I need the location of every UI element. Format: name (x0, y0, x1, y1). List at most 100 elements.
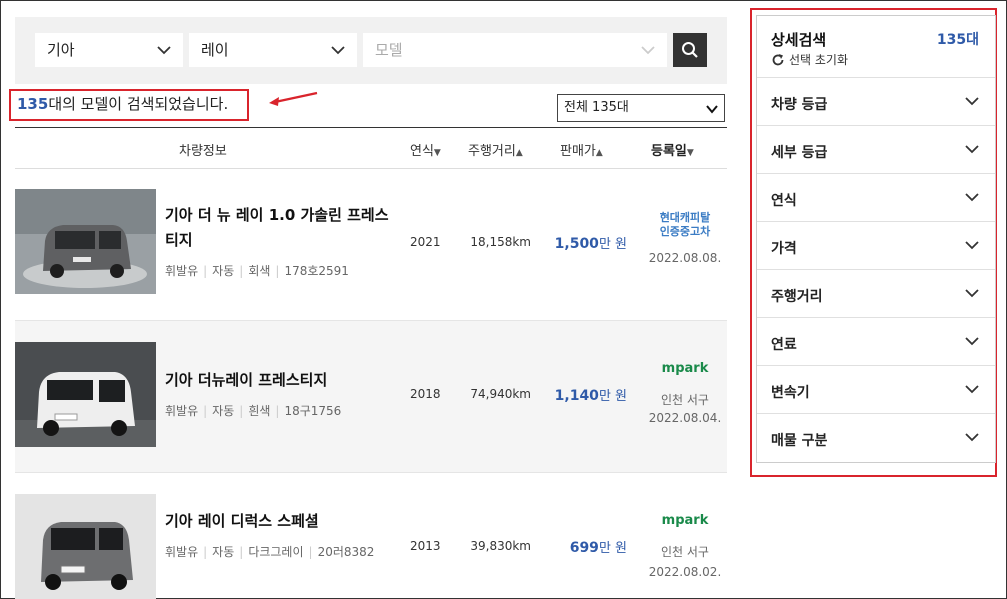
car-price-unit: 만 원 (598, 237, 627, 252)
table-header: 차량정보 연식▼ 주행거리▲ 판매가▲ 등록일▼ (15, 127, 727, 169)
detail-search-count: 135대 (936, 32, 979, 48)
chevron-down-icon (965, 97, 979, 106)
result-count: 135 (17, 95, 49, 113)
car-meta: 휘발유 | 자동 | 회색 | 178호2591 (165, 261, 395, 281)
filter-year[interactable]: 연식 (757, 174, 995, 222)
car-price: 1,140만 원 (545, 385, 627, 404)
reset-selection-label: 선택 초기화 (789, 53, 849, 67)
header-price: 판매가 (560, 144, 596, 159)
filter-fuel[interactable]: 연료 (757, 318, 995, 366)
car-mileage: 18,158km (470, 235, 531, 249)
model-select-placeholder: 모델 (375, 41, 403, 59)
car-price: 1,500만 원 (545, 233, 627, 252)
chevron-down-icon (157, 46, 171, 55)
search-icon (682, 42, 698, 58)
car-title[interactable]: 기아 더뉴레이 프레스티지 (165, 368, 395, 393)
sort-down-icon: ▼ (686, 148, 694, 158)
total-filter-value: 전체 135대 (564, 100, 629, 115)
sort-mileage[interactable]: 주행거리▲ (468, 140, 523, 159)
detail-search-panel: 상세검색 135대 선택 초기화 차량 등급 세부 등급 연식 가격 주행거리 … (756, 15, 996, 463)
table-row[interactable]: 기아 더 뉴 레이 1.0 가솔린 프레스티지 휘발유 | 자동 | 회색 | 178호25… (15, 169, 727, 321)
car-photo[interactable] (15, 342, 156, 447)
car-mileage: 74,940km (470, 387, 531, 401)
filter-transmission[interactable]: 변속기 (757, 366, 995, 414)
filter-label: 연식 (771, 193, 797, 209)
sort-price[interactable]: 판매가▲ (560, 140, 603, 159)
maker-select[interactable]: 기아 (35, 33, 183, 67)
model-group-select[interactable]: 레이 (189, 33, 357, 67)
filter-label: 가격 (771, 241, 797, 257)
car-price: 699만 원 (545, 537, 627, 556)
divider: | (239, 404, 244, 418)
car-fuel: 휘발유 (165, 545, 199, 559)
chevron-down-icon (965, 337, 979, 346)
divider: | (203, 404, 208, 418)
divider: | (239, 264, 244, 278)
filter-label: 주행거리 (771, 289, 823, 305)
mpark-logo: mpark (661, 361, 709, 376)
filter-label: 세부 등급 (771, 145, 828, 161)
model-select[interactable]: 모델 (363, 33, 667, 67)
car-meta: 휘발유 | 자동 | 다크그레이 | 20러8382 (165, 542, 395, 562)
filter-label: 변속기 (771, 385, 810, 401)
car-plate: 20러8382 (317, 545, 375, 559)
chevron-down-icon (331, 46, 345, 55)
car-year: 2021 (410, 235, 441, 249)
sort-registered[interactable]: 등록일▼ (651, 140, 694, 159)
mpark-logo: mpark (661, 513, 709, 528)
filter-detail-class[interactable]: 세부 등급 (757, 126, 995, 174)
car-fuel: 휘발유 (165, 264, 199, 278)
maker-select-value: 기아 (47, 41, 75, 59)
car-title[interactable]: 기아 더 뉴 레이 1.0 가솔린 프레스티지 (165, 203, 395, 253)
chevron-down-icon (965, 193, 979, 202)
sort-down-icon: ▼ (433, 148, 441, 158)
car-transmission: 자동 (212, 404, 235, 418)
filter-mileage[interactable]: 주행거리 (757, 270, 995, 318)
car-transmission: 자동 (212, 545, 235, 559)
chevron-down-icon (641, 46, 655, 55)
dealer-logo: 현대캐피탈 인증중고차 (643, 211, 727, 239)
chevron-down-icon (965, 289, 979, 298)
car-photo[interactable] (15, 189, 156, 294)
car-year: 2018 (410, 387, 441, 401)
car-price-value: 1,500 (554, 236, 599, 252)
sort-year[interactable]: 연식▼ (410, 140, 441, 159)
filter-vehicle-class[interactable]: 차량 등급 (757, 78, 995, 126)
car-price-unit: 만 원 (598, 389, 627, 404)
dealer-line1: 현대캐피탈 (659, 211, 711, 224)
model-group-select-value: 레이 (201, 41, 229, 59)
car-photo-image (15, 342, 156, 447)
table-row[interactable]: 기아 더뉴레이 프레스티지 휘발유 | 자동 | 흰색 | 18구1756 2018 74,… (15, 321, 727, 473)
divider: | (308, 545, 313, 559)
divider: | (203, 545, 208, 559)
car-meta: 휘발유 | 자동 | 흰색 | 18구1756 (165, 401, 395, 421)
header-year: 연식 (410, 144, 434, 159)
search-bar: 기아 레이 모델 (15, 17, 727, 84)
filter-listing-type[interactable]: 매물 구분 (757, 414, 995, 462)
car-photo[interactable] (15, 494, 156, 599)
result-count-text: 135대의 모델이 검색되었습니다. (9, 89, 249, 121)
dealer-line2: 인증중고차 (659, 225, 711, 238)
car-color: 흰색 (248, 404, 271, 418)
header-info: 차량정보 (179, 144, 227, 159)
divider: | (275, 404, 280, 418)
car-title[interactable]: 기아 레이 디럭스 스페셜 (165, 509, 395, 534)
search-button[interactable] (673, 33, 707, 67)
car-mileage: 39,830km (470, 539, 531, 553)
car-price-value: 699 (569, 540, 599, 556)
total-filter-select[interactable]: 전체 135대 (557, 94, 725, 122)
header-registered: 등록일 (651, 144, 687, 159)
car-date: 2022.08.02. (648, 565, 722, 579)
result-suffix: 대의 모델이 검색되었습니다. (48, 95, 229, 113)
reset-selection-button[interactable]: 선택 초기화 (771, 51, 848, 68)
car-color: 회색 (248, 264, 271, 278)
car-photo-image (15, 189, 156, 294)
main-content: 기아 레이 모델 135대의 모델이 검색되었습니다. 전체 135대 차량정보… (9, 1, 727, 599)
filter-price[interactable]: 가격 (757, 222, 995, 270)
car-fuel: 휘발유 (165, 404, 199, 418)
divider: | (275, 264, 280, 278)
table-row[interactable]: 기아 레이 디럭스 스페셜 휘발유 | 자동 | 다크그레이 | 20러8382 2013 … (15, 473, 727, 599)
car-year: 2013 (410, 539, 441, 553)
car-date: 2022.08.04. (648, 411, 722, 425)
car-location: 인천 서구 (661, 393, 709, 407)
